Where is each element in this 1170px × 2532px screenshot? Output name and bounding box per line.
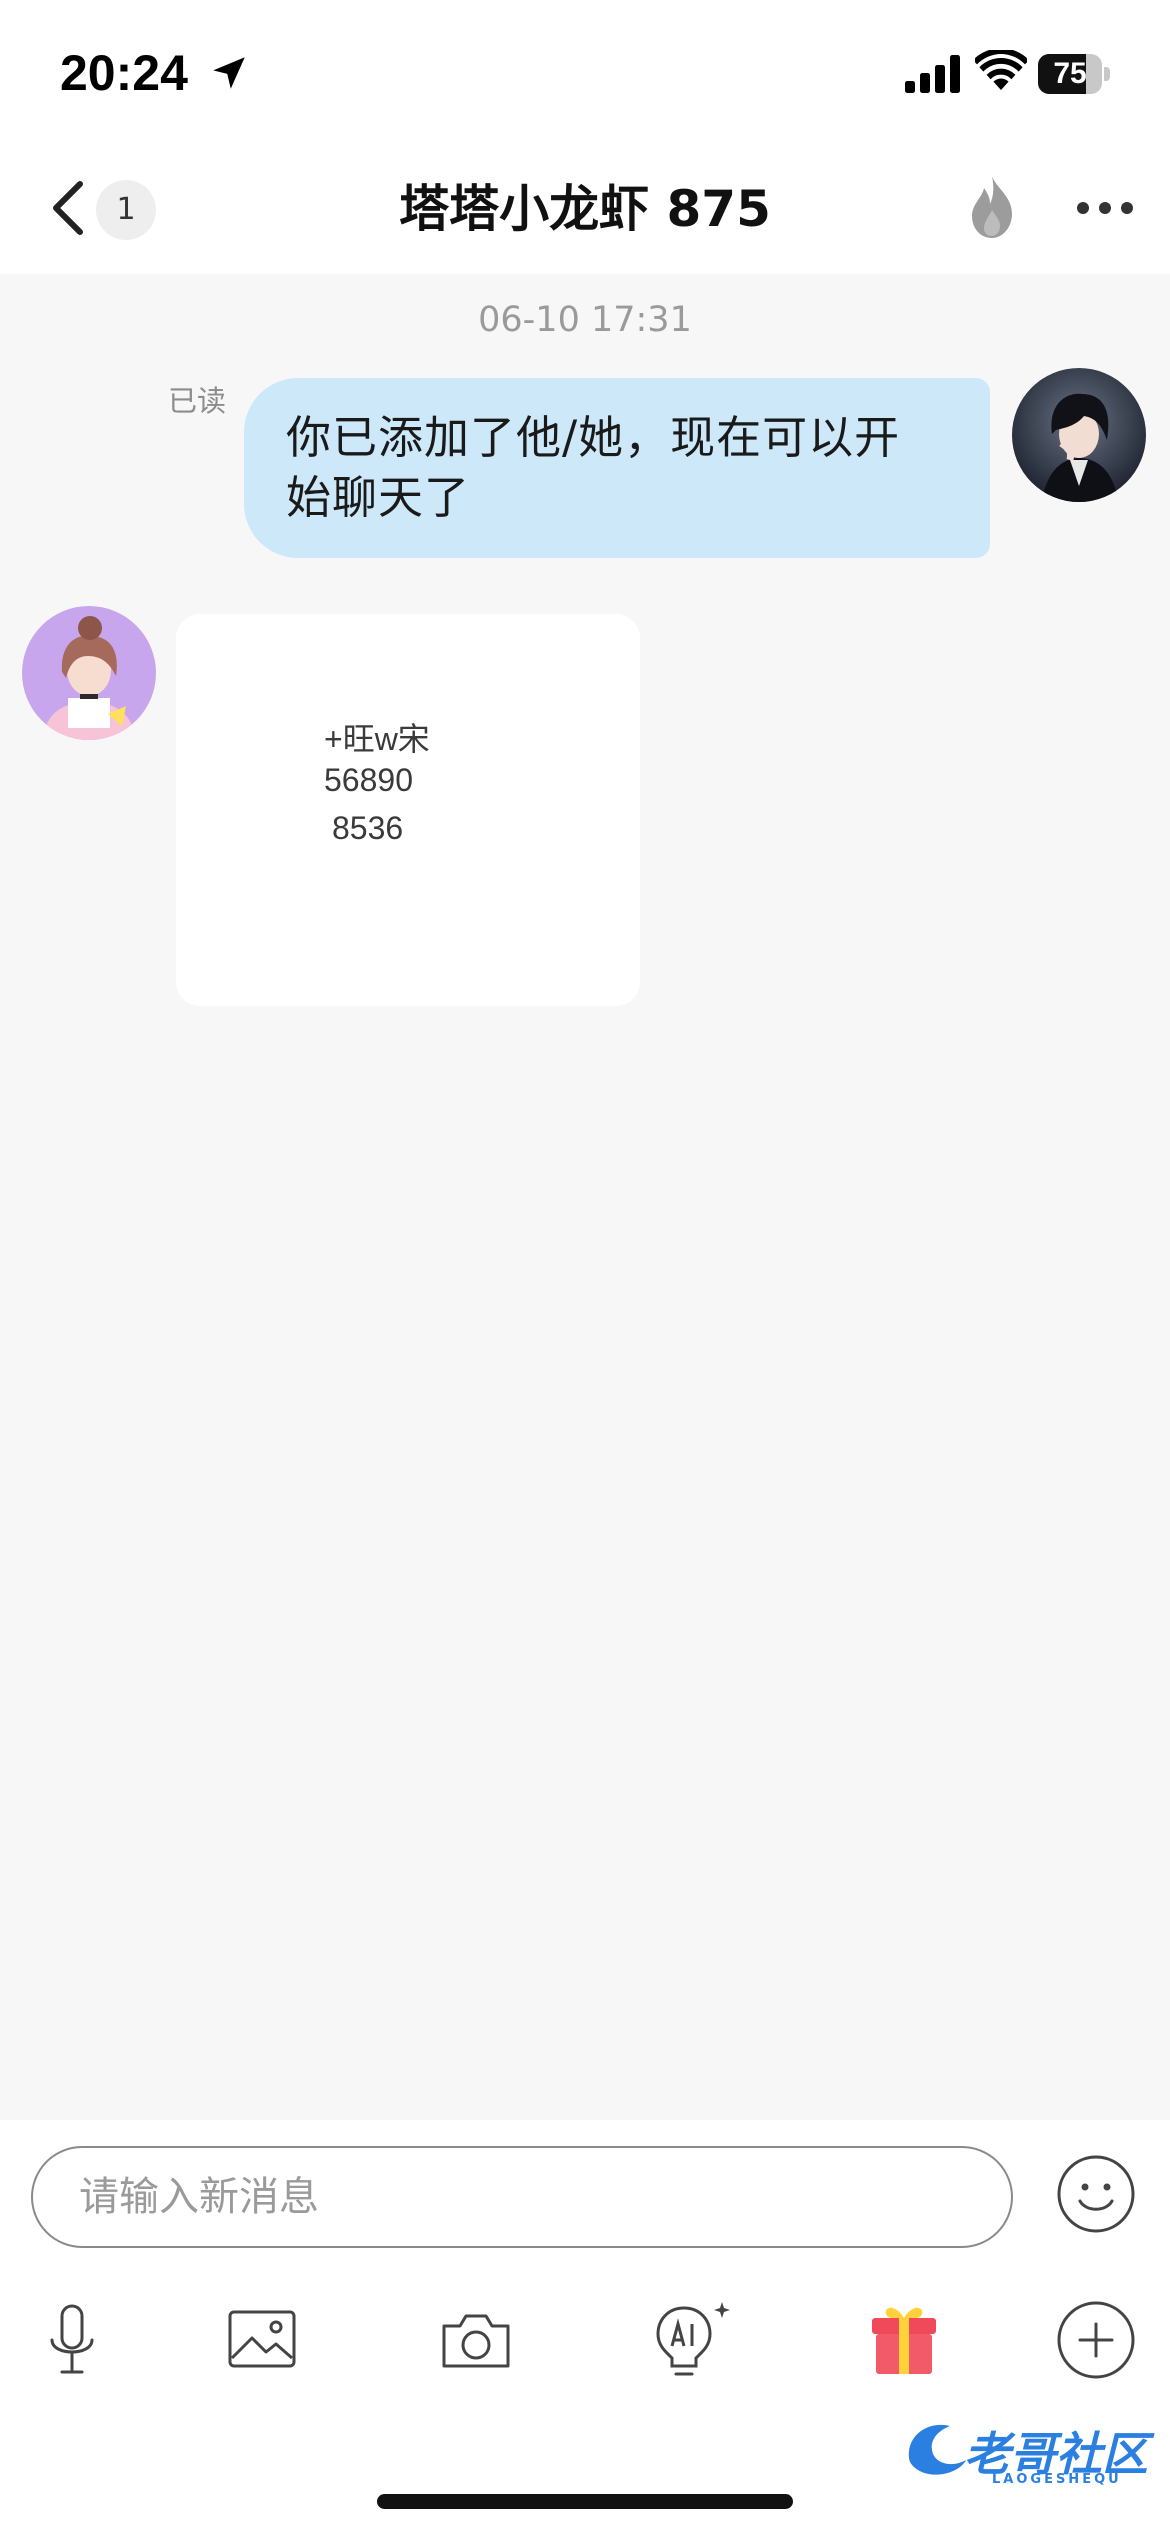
microphone-icon[interactable] (32, 2300, 112, 2380)
gift-icon[interactable] (864, 2300, 944, 2380)
battery-icon: 75 (1038, 54, 1110, 94)
wifi-icon (975, 50, 1027, 90)
home-indicator[interactable] (377, 2494, 793, 2509)
watermark-subtext: LAOGESHEQU (992, 2472, 1122, 2487)
self-avatar[interactable] (1012, 368, 1146, 502)
contact-avatar[interactable] (22, 606, 156, 740)
unread-count-badge[interactable]: 1 (96, 180, 156, 240)
image-text-line-3: 8536 (332, 810, 404, 846)
input-placeholder: 请输入新消息 (79, 2174, 319, 2220)
more-dots-icon[interactable] (1075, 198, 1135, 218)
status-time: 20:24 (60, 45, 188, 101)
camera-icon[interactable] (436, 2300, 516, 2380)
message-text-line-2: 始聊天了 (286, 471, 471, 524)
image-text-line-1: +旺w宋 (324, 721, 430, 757)
emoji-icon[interactable] (1056, 2154, 1136, 2234)
message-list[interactable]: 06-10 17:31 已读 你已添加了他/她，现在可以开 始聊天了 +旺w宋 … (0, 274, 1170, 2120)
chat-header: 1 塔塔小龙虾 875 (0, 150, 1170, 274)
message-input[interactable]: 请输入新消息 (31, 2146, 1013, 2248)
ai-icon[interactable] (648, 2300, 738, 2380)
input-panel: 请输入新消息 老哥社区 LAOGESHEQU (0, 2120, 1170, 2532)
plus-icon[interactable] (1056, 2300, 1136, 2380)
status-bar: 20:24 75 (0, 0, 1170, 150)
image-icon[interactable] (222, 2300, 302, 2380)
chat-title: 塔塔小龙虾 875 (399, 180, 771, 238)
image-message[interactable]: +旺w宋 56890 8536 (176, 614, 640, 1006)
watermark-logo: 老哥社区 LAOGESHEQU (900, 2410, 1160, 2500)
cellular-signal-icon (905, 55, 960, 93)
flame-icon[interactable] (966, 174, 1020, 240)
image-text-line-2: 56890 (324, 762, 413, 798)
message-timestamp: 06-10 17:31 (478, 300, 692, 340)
battery-level: 75 (1053, 57, 1087, 90)
read-status: 已读 (168, 384, 227, 418)
message-text-line-1: 你已添加了他/她，现在可以开 (286, 411, 901, 464)
location-arrow-icon (213, 57, 245, 89)
outgoing-message-bubble[interactable]: 你已添加了他/她，现在可以开 始聊天了 (244, 378, 990, 558)
chevron-left-icon[interactable] (46, 178, 90, 238)
